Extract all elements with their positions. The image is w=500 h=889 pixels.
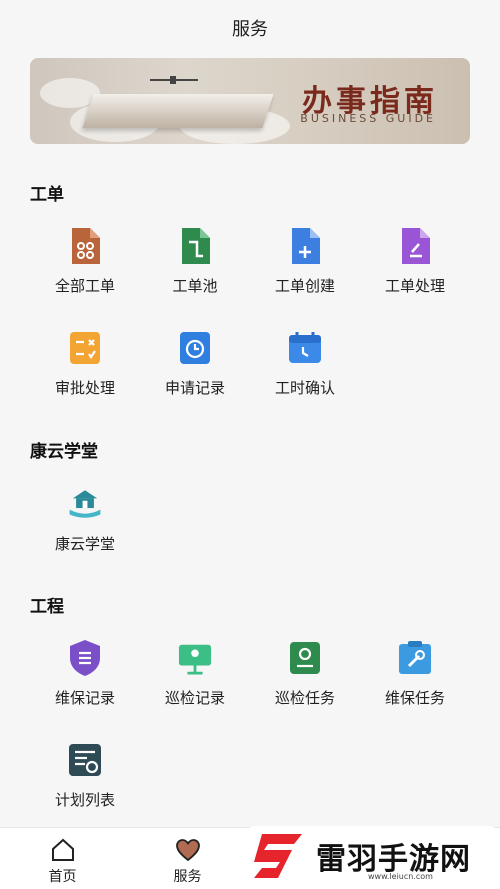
tile-plan-list[interactable]: 计划列表 xyxy=(30,724,140,826)
plan-list-icon xyxy=(68,741,102,779)
tile-inspection-task[interactable]: 巡检任务 xyxy=(250,622,360,724)
tab-label: 服务 xyxy=(173,869,202,885)
tile-approval-process[interactable]: 审批处理 xyxy=(30,312,140,414)
grid-document-icon xyxy=(68,227,102,265)
tile-label: 巡检任务 xyxy=(274,688,335,707)
tile-label: 工单池 xyxy=(172,276,218,295)
tile-label: 维保任务 xyxy=(384,688,445,707)
tile-label: 申请记录 xyxy=(164,378,225,397)
page-title: 服务 xyxy=(232,19,268,40)
tab-label: 首页 xyxy=(48,869,77,885)
tile-label: 工单创建 xyxy=(274,276,335,295)
tab-service[interactable]: 服务 xyxy=(125,828,250,889)
business-guide-banner[interactable]: 办事指南 BUSINESS GUIDE xyxy=(30,58,470,144)
tile-label: 工单处理 xyxy=(384,276,445,295)
heart-icon xyxy=(175,839,200,862)
academy-grid: 康云学堂 xyxy=(30,468,470,570)
book-illustration xyxy=(82,94,274,128)
tile-application-record[interactable]: 申请记录 xyxy=(140,312,250,414)
tile-label: 巡检记录 xyxy=(164,688,225,707)
airplane-icon xyxy=(150,76,198,84)
tile-label: 工时确认 xyxy=(274,378,335,397)
tile-label: 全部工单 xyxy=(54,276,115,295)
shield-list-icon xyxy=(68,639,102,677)
calendar-clock-icon xyxy=(288,329,322,367)
clock-record-icon xyxy=(178,329,212,367)
tile-academy[interactable]: 康云学堂 xyxy=(30,468,140,570)
section-title-engineering: 工程 xyxy=(30,597,64,617)
site-watermark: 雷羽手游网 www.leiucn.com xyxy=(248,826,496,886)
tile-label: 康云学堂 xyxy=(54,534,115,553)
map-pin-board-icon xyxy=(178,639,212,677)
tile-workorder-pool[interactable]: 工单池 xyxy=(140,210,250,312)
tile-label: 计划列表 xyxy=(54,790,115,809)
tile-label: 维保记录 xyxy=(54,688,115,707)
home-icon xyxy=(51,838,74,861)
tile-inspection-record[interactable]: 巡检记录 xyxy=(140,622,250,724)
engineering-grid: 维保记录 巡检记录 巡检任务 维保任务 计划列表 xyxy=(30,622,470,826)
section-title-academy: 康云学堂 xyxy=(30,442,98,462)
approval-icon xyxy=(68,329,102,367)
workorder-grid: 全部工单 工单池 工单创建 工单处理 审批处理 申请记录 工时确认 xyxy=(30,210,470,414)
document-add-icon xyxy=(288,227,322,265)
tile-maintenance-record[interactable]: 维保记录 xyxy=(30,622,140,724)
tile-maintenance-task[interactable]: 维保任务 xyxy=(360,622,470,724)
banner-subtitle: BUSINESS GUIDE xyxy=(300,112,436,125)
tab-home[interactable]: 首页 xyxy=(0,828,125,889)
location-task-icon xyxy=(288,639,322,677)
page-header: 服务 xyxy=(0,0,500,56)
document-copy-icon xyxy=(178,227,212,265)
watermark-url: www.leiucn.com xyxy=(368,872,433,881)
tile-workorder-create[interactable]: 工单创建 xyxy=(250,210,360,312)
section-title-workorder: 工单 xyxy=(30,185,64,205)
tile-all-workorders[interactable]: 全部工单 xyxy=(30,210,140,312)
tile-label: 审批处理 xyxy=(54,378,115,397)
watermark-logo-icon xyxy=(254,834,302,878)
wrench-clipboard-icon xyxy=(398,639,432,677)
school-book-icon xyxy=(68,485,102,523)
tile-hours-confirm[interactable]: 工时确认 xyxy=(250,312,360,414)
tile-workorder-process[interactable]: 工单处理 xyxy=(360,210,470,312)
document-edit-icon xyxy=(398,227,432,265)
